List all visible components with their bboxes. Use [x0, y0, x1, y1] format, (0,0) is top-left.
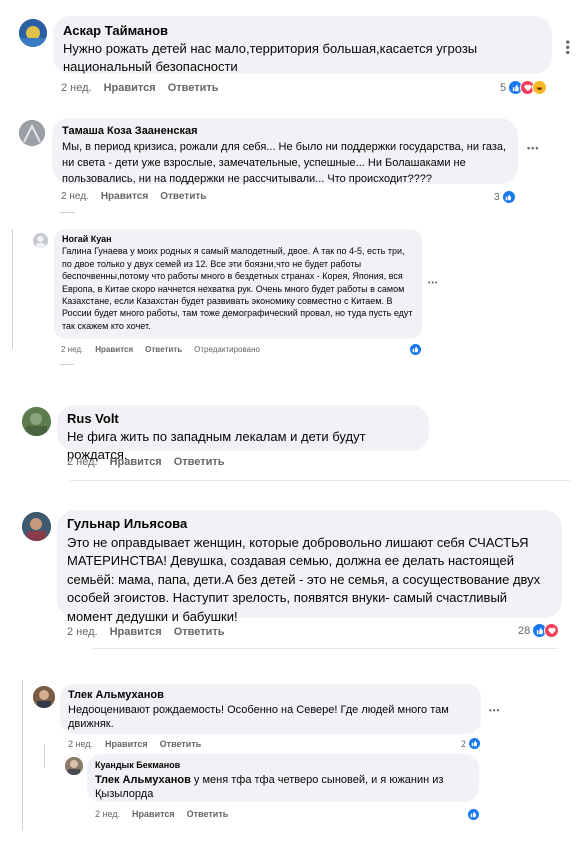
reaction-summary[interactable]: 2 — [461, 737, 482, 750]
comment-author[interactable]: Тамаша Коза Зааненская — [62, 123, 508, 139]
comment-time[interactable]: 2 нед. — [61, 191, 89, 202]
comment-time[interactable]: 2 нед. — [95, 809, 120, 819]
comment-author[interactable]: Ногай Куан — [62, 233, 414, 245]
comment-time[interactable]: 2 нед. — [61, 345, 83, 354]
comment-author[interactable]: Rus Volt — [67, 410, 419, 428]
avatar-image — [19, 19, 47, 47]
more-options-icon[interactable]: ••• — [561, 40, 575, 56]
comment-time[interactable]: 2 нед. — [61, 82, 92, 94]
divider — [93, 648, 558, 649]
avatar[interactable] — [19, 19, 47, 47]
like-reaction-icon — [468, 737, 482, 750]
like-reaction-icon — [409, 343, 422, 356]
comment-bubble: Гульнар Ильясова Это не оправдывает женщ… — [57, 510, 562, 624]
more-options-icon[interactable]: ••• — [489, 706, 500, 715]
thread-line — [44, 744, 45, 768]
comment-actions: 2 нед. Нравится Ответить — [95, 809, 240, 819]
divider — [60, 364, 74, 365]
comment-time[interactable]: 2 нед. — [67, 456, 98, 468]
reaction-summary[interactable]: 28 — [518, 623, 560, 638]
reaction-count: 2 — [461, 738, 467, 749]
like-reaction-icon — [467, 808, 480, 821]
comment-bubble: Аскар Тайманов Нужно рожать детей нас ма… — [53, 16, 552, 74]
comment-text: Недооценивают рождаемость! Особенно на С… — [68, 703, 449, 731]
comment-author[interactable]: Куандык Бекманов — [95, 758, 471, 773]
reply-button[interactable]: Ответить — [168, 82, 219, 94]
thread-line — [12, 229, 13, 349]
comment-author[interactable]: Тлек Альмуханов — [68, 688, 473, 703]
divider — [70, 480, 570, 481]
comment-actions: 2 нед. Нравится Ответить Отредактировано — [61, 345, 272, 354]
comment-time[interactable]: 2 нед. — [68, 739, 93, 749]
reply-button[interactable]: Ответить — [187, 809, 229, 819]
reaction-summary[interactable] — [467, 808, 480, 821]
like-reaction-icon — [501, 190, 516, 204]
avatar[interactable] — [33, 233, 48, 248]
reaction-count: 28 — [518, 624, 531, 637]
comment-text: Мы, в период кризиса, рожали для себя...… — [62, 141, 507, 185]
reaction-count: 3 — [494, 191, 500, 203]
reaction-summary[interactable]: 5 — [500, 80, 548, 95]
mention-link[interactable]: Тлек Альмуханов — [95, 774, 191, 786]
like-button[interactable]: Нравится — [105, 739, 148, 749]
like-button[interactable]: Нравится — [104, 82, 156, 94]
comment-text: Галина Гунаева у моих родных я самый мал… — [62, 246, 413, 331]
comment-actions: 2 нед. Нравится Ответить — [67, 456, 237, 468]
comment-bubble: Rus Volt Не фига жить по западным лекала… — [57, 405, 429, 462]
like-button[interactable]: Нравится — [110, 626, 162, 638]
comment-text: Это не оправдывает женщин, которые добро… — [67, 534, 541, 624]
like-button[interactable]: Нравится — [110, 456, 162, 468]
like-button[interactable]: Нравится — [101, 191, 148, 202]
like-button[interactable]: Нравится — [132, 809, 175, 819]
reply-button[interactable]: Ответить — [174, 626, 225, 638]
avatar[interactable] — [19, 120, 45, 146]
comment-actions: 2 нед. Нравится Ответить — [61, 191, 218, 202]
comment-actions: 2 нед. Нравится Ответить — [61, 82, 231, 94]
avatar-image — [22, 407, 51, 436]
reaction-summary[interactable] — [409, 343, 422, 356]
more-options-icon[interactable]: ••• — [527, 143, 539, 153]
avatar-image — [33, 233, 48, 248]
comment-bubble: Ногай Куан Галина Гунаева у моих родных … — [54, 229, 422, 339]
thread-line — [22, 680, 23, 830]
avatar-image — [22, 512, 51, 541]
avatar[interactable] — [33, 686, 55, 708]
reply-button[interactable]: Ответить — [145, 345, 182, 354]
avatar-image — [65, 757, 83, 775]
avatar[interactable] — [65, 757, 83, 775]
reaction-summary[interactable]: 3 — [494, 190, 516, 204]
avatar[interactable] — [22, 512, 51, 541]
comment-author[interactable]: Аскар Тайманов — [63, 22, 542, 40]
comment-actions: 2 нед. Нравится Ответить — [67, 626, 237, 638]
edited-label: Отредактировано — [194, 345, 260, 354]
reaction-count: 5 — [500, 81, 507, 94]
comment-actions: 2 нед. Нравится Ответить — [68, 739, 213, 749]
comment-time[interactable]: 2 нед. — [67, 626, 98, 638]
like-button[interactable]: Нравится — [95, 345, 133, 354]
comment-text: Нужно рожать детей нас мало,территория б… — [63, 41, 478, 74]
divider — [60, 212, 75, 213]
avatar-image — [19, 120, 45, 146]
comment-author[interactable]: Гульнар Ильясова — [67, 515, 552, 534]
more-options-icon[interactable]: ••• — [428, 280, 438, 287]
reply-button[interactable]: Ответить — [160, 739, 202, 749]
reply-button[interactable]: Ответить — [160, 191, 206, 202]
comment-bubble: Тлек Альмуханов Недооценивают рождаемост… — [60, 684, 481, 734]
comment-bubble: Куандык Бекманов Тлек Альмуханов у меня … — [87, 754, 479, 802]
reply-button[interactable]: Ответить — [174, 456, 225, 468]
comment-bubble: Тамаша Коза Зааненская Мы, в период криз… — [52, 118, 518, 185]
comment-text: Тлек Альмуханов у меня тфа тфа четверо с… — [95, 773, 471, 802]
haha-reaction-icon — [532, 80, 548, 95]
avatar-image — [33, 686, 55, 708]
avatar[interactable] — [22, 407, 51, 436]
love-reaction-icon — [544, 623, 560, 638]
